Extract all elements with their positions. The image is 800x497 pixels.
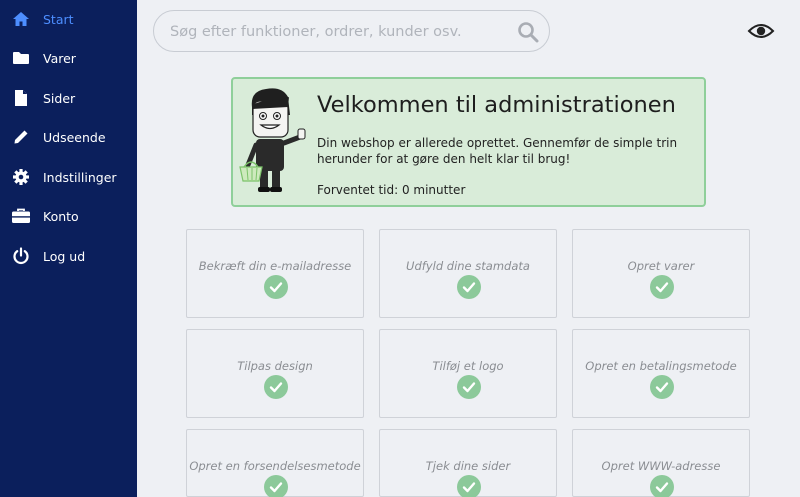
check-icon	[650, 475, 674, 497]
check-icon	[264, 275, 288, 299]
sidebar-item-udseende[interactable]: Udseende	[0, 122, 137, 152]
sidebar: Start Varer Sider Udseende Indstillinger…	[0, 0, 137, 497]
sidebar-item-konto[interactable]: Konto	[0, 201, 137, 231]
welcome-panel: Velkommen til administrationen Din websh…	[231, 77, 706, 207]
task-card-title: Tilpas design	[237, 359, 313, 373]
sidebar-item-label: Log ud	[43, 248, 86, 264]
check-icon	[264, 475, 288, 497]
check-icon	[457, 375, 481, 399]
sidebar-item-label: Indstillinger	[43, 169, 117, 185]
estimated-time: Forventet tid: 0 minutter	[317, 183, 466, 197]
mascot-illustration	[238, 85, 313, 195]
sidebar-item-sider[interactable]: Sider	[0, 83, 137, 113]
search-bar	[153, 10, 550, 52]
task-card-title: Udfyld dine stamdata	[406, 259, 530, 273]
task-card-confirm-email[interactable]: Bekræft din e-mailadresse	[186, 229, 364, 318]
eye-icon[interactable]	[747, 20, 775, 42]
sidebar-item-label: Sider	[43, 90, 76, 106]
power-icon	[11, 246, 31, 266]
sidebar-item-indstillinger[interactable]: Indstillinger	[0, 162, 137, 192]
sidebar-item-label: Varer	[43, 50, 76, 66]
sidebar-item-label: Udseende	[43, 129, 106, 145]
check-icon	[650, 275, 674, 299]
check-icon	[650, 375, 674, 399]
task-card-title: Tilføj et logo	[432, 359, 504, 373]
task-card-customize-design[interactable]: Tilpas design	[186, 329, 364, 418]
task-card-check-pages[interactable]: Tjek dine sider	[379, 429, 557, 497]
task-card-create-products[interactable]: Opret varer	[572, 229, 750, 318]
task-card-title: Bekræft din e-mailadresse	[198, 259, 352, 273]
sidebar-item-varer[interactable]: Varer	[0, 43, 137, 73]
task-card-www-address[interactable]: Opret WWW-adresse	[572, 429, 750, 497]
task-card-title: Opret varer	[627, 259, 695, 273]
check-icon	[457, 275, 481, 299]
task-card-title: Opret en betalingsmetode	[585, 359, 737, 373]
search-icon[interactable]	[517, 21, 539, 43]
sidebar-item-label: Start	[43, 11, 74, 27]
sidebar-item-label: Konto	[43, 208, 79, 224]
task-card-company-data[interactable]: Udfyld dine stamdata	[379, 229, 557, 318]
task-card-shipping-method[interactable]: Opret en forsendelsesmetode	[186, 429, 364, 497]
page-title: Velkommen til administrationen	[317, 92, 676, 118]
pencil-icon	[11, 127, 31, 147]
briefcase-icon	[11, 206, 31, 226]
check-icon	[264, 375, 288, 399]
check-icon	[457, 475, 481, 497]
task-card-payment-method[interactable]: Opret en betalingsmetode	[572, 329, 750, 418]
task-card-title: Opret WWW-adresse	[601, 459, 721, 473]
home-icon	[11, 9, 31, 29]
welcome-description: Din webshop er allerede oprettet. Gennem…	[317, 136, 678, 166]
gear-icon	[11, 167, 31, 187]
task-card-add-logo[interactable]: Tilføj et logo	[379, 329, 557, 418]
task-card-title: Tjek dine sider	[425, 459, 511, 473]
search-input[interactable]	[170, 21, 510, 43]
task-card-title: Opret en forsendelsesmetode	[189, 459, 361, 473]
folder-icon	[11, 48, 31, 68]
file-icon	[11, 88, 31, 108]
sidebar-item-start[interactable]: Start	[0, 4, 137, 34]
sidebar-item-log-ud[interactable]: Log ud	[0, 241, 137, 271]
